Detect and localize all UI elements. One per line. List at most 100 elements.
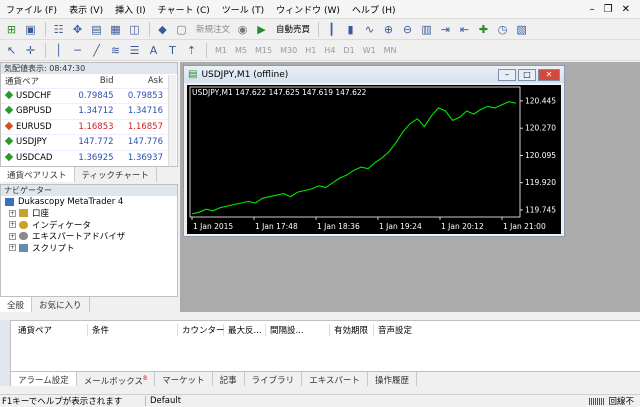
- signals-icon[interactable]: ◉: [234, 21, 251, 38]
- expand-icon[interactable]: +: [9, 244, 16, 252]
- tab-experts[interactable]: エキスパート: [302, 372, 368, 386]
- auto-trading-button[interactable]: 自動売買: [272, 23, 314, 35]
- market-watch-icon[interactable]: ☷: [50, 21, 67, 38]
- menu-view[interactable]: 表示 (V): [63, 3, 109, 16]
- crosshair-icon[interactable]: ✛: [22, 42, 39, 59]
- col-ask[interactable]: Ask: [120, 74, 169, 88]
- col-sound[interactable]: 音声設定: [374, 324, 430, 336]
- vertical-line-icon[interactable]: │: [50, 42, 67, 59]
- chart-close-button[interactable]: ✕: [538, 68, 560, 81]
- close-icon[interactable]: ✕: [622, 4, 630, 15]
- navigator-item-accounts[interactable]: + 口座: [1, 208, 177, 219]
- table-row[interactable]: USDCHF 0.79845 0.79853: [1, 87, 169, 104]
- menu-help[interactable]: ヘルプ (H): [346, 3, 402, 16]
- chart-minimize-button[interactable]: –: [498, 68, 516, 81]
- periods-icon[interactable]: ◷: [494, 21, 511, 38]
- menu-tools[interactable]: ツール (T): [216, 3, 270, 16]
- navigator-item-scripts[interactable]: + スクリプト: [1, 242, 177, 254]
- profiles-icon[interactable]: ▣: [22, 21, 39, 38]
- zoom-in-icon[interactable]: ⊕: [380, 21, 397, 38]
- tile-windows-icon[interactable]: ▥: [418, 21, 435, 38]
- col-counter[interactable]: カウンター: [178, 324, 225, 336]
- navigator-icon[interactable]: ▤: [88, 21, 105, 38]
- data-window-icon[interactable]: ✥: [69, 21, 86, 38]
- tab-mailbox[interactable]: メールボックス8: [77, 372, 156, 387]
- terminal-icon[interactable]: ▦: [107, 21, 124, 38]
- candlestick-icon[interactable]: ▮: [342, 21, 359, 38]
- tab-common[interactable]: 全般: [0, 297, 33, 312]
- tab-symbols[interactable]: 通貨ペアリスト: [0, 167, 75, 182]
- col-expiration[interactable]: 有効期限: [330, 324, 374, 336]
- price-chart[interactable]: USDJPY,M1 147.622 147.625 147.619 147.62…: [187, 85, 561, 234]
- chart-window[interactable]: ▤ USDJPY,M1 (offline) – □ ✕ USDJPY,M1 14…: [183, 65, 565, 237]
- expand-icon[interactable]: +: [9, 221, 16, 229]
- metaeditor-icon[interactable]: ◆: [154, 21, 171, 38]
- y-tick-label: 120.095: [525, 151, 556, 160]
- timeframe-mn[interactable]: MN: [380, 46, 401, 55]
- navigator-item-experts[interactable]: + エキスパートアドバイザ: [1, 231, 177, 242]
- menu-chart[interactable]: チャート (C): [152, 3, 216, 16]
- fibonacci-icon[interactable]: ☰: [126, 42, 143, 59]
- auto-trading-icon[interactable]: ▶: [253, 21, 270, 38]
- timeframe-m30[interactable]: M30: [276, 46, 301, 55]
- accounts-icon: [19, 209, 28, 218]
- chart-shift-icon[interactable]: ⇤: [456, 21, 473, 38]
- timeframe-w1[interactable]: W1: [359, 46, 380, 55]
- text-icon[interactable]: A: [145, 42, 162, 59]
- menu-window[interactable]: ウィンドウ (W): [270, 3, 346, 16]
- table-row[interactable]: USDJPY 147.772 147.776: [1, 134, 169, 150]
- tab-market[interactable]: マーケット: [155, 372, 213, 386]
- table-row[interactable]: EURUSD 1.16853 1.16857: [1, 118, 169, 135]
- tab-articles[interactable]: 記事: [213, 372, 245, 386]
- label-icon[interactable]: T: [164, 42, 181, 59]
- cursor-icon[interactable]: ↖: [3, 42, 20, 59]
- col-interval[interactable]: 間隔設...: [266, 324, 330, 336]
- expand-icon[interactable]: +: [9, 209, 16, 217]
- market-watch-scrollbar[interactable]: [168, 75, 176, 180]
- expand-icon[interactable]: +: [9, 232, 16, 240]
- new-order-icon[interactable]: ▢: [173, 21, 190, 38]
- timeframe-m1[interactable]: M1: [211, 46, 231, 55]
- chart-maximize-button[interactable]: □: [518, 68, 536, 81]
- col-bid[interactable]: Bid: [70, 74, 119, 88]
- zoom-out-icon[interactable]: ⊖: [399, 21, 416, 38]
- arrows-icon[interactable]: ⇡: [183, 42, 200, 59]
- tab-favorites[interactable]: お気に入り: [32, 297, 90, 312]
- new-order-button[interactable]: 新規注文: [192, 23, 234, 35]
- menu-file[interactable]: ファイル (F): [0, 3, 63, 16]
- tab-library[interactable]: ライブラリ: [245, 372, 303, 386]
- col-max[interactable]: 最大反...: [224, 324, 266, 336]
- tab-journal[interactable]: 操作履歴: [368, 372, 417, 386]
- templates-icon[interactable]: ▧: [513, 21, 530, 38]
- timeframe-d1[interactable]: D1: [339, 46, 358, 55]
- col-symbol[interactable]: 通貨ペア: [1, 74, 70, 88]
- restore-icon[interactable]: ❐: [604, 4, 613, 15]
- col-condition[interactable]: 条件: [88, 324, 178, 336]
- indicators-icon[interactable]: ✚: [475, 21, 492, 38]
- trendline-icon[interactable]: ╱: [88, 42, 105, 59]
- col-symbol[interactable]: 通貨ペア: [14, 324, 88, 336]
- timeframe-m15[interactable]: M15: [251, 46, 276, 55]
- navigator-item-indicators[interactable]: + インディケータ: [1, 219, 177, 231]
- bar-chart-icon[interactable]: ┃: [323, 21, 340, 38]
- navigator-root[interactable]: Dukascopy MetaTrader 4: [1, 196, 177, 208]
- timeframe-m5[interactable]: M5: [231, 46, 251, 55]
- channel-icon[interactable]: ≋: [107, 42, 124, 59]
- horizontal-line-icon[interactable]: ─: [69, 42, 86, 59]
- ask-value: 1.34716: [119, 103, 169, 119]
- menu-insert[interactable]: 挿入 (I): [109, 3, 152, 16]
- terminal-side-bar[interactable]: [0, 320, 11, 386]
- table-row[interactable]: USDCAD 1.36925 1.36937: [1, 149, 169, 166]
- status-connection[interactable]: 回線不: [608, 395, 634, 407]
- tester-icon[interactable]: ◫: [126, 21, 143, 38]
- auto-scroll-icon[interactable]: ⇥: [437, 21, 454, 38]
- new-chart-icon[interactable]: ⊞: [3, 21, 20, 38]
- timeframe-h4[interactable]: H4: [320, 46, 339, 55]
- minimize-icon[interactable]: –: [590, 4, 595, 15]
- line-chart-icon[interactable]: ∿: [361, 21, 378, 38]
- timeframe-h1[interactable]: H1: [301, 46, 320, 55]
- tab-tick-chart[interactable]: ティックチャート: [75, 167, 157, 182]
- table-row[interactable]: GBPUSD 1.34712 1.34716: [1, 103, 169, 119]
- tab-alerts[interactable]: アラーム設定: [11, 372, 77, 386]
- chart-window-titlebar[interactable]: ▤ USDJPY,M1 (offline) – □ ✕: [184, 66, 564, 83]
